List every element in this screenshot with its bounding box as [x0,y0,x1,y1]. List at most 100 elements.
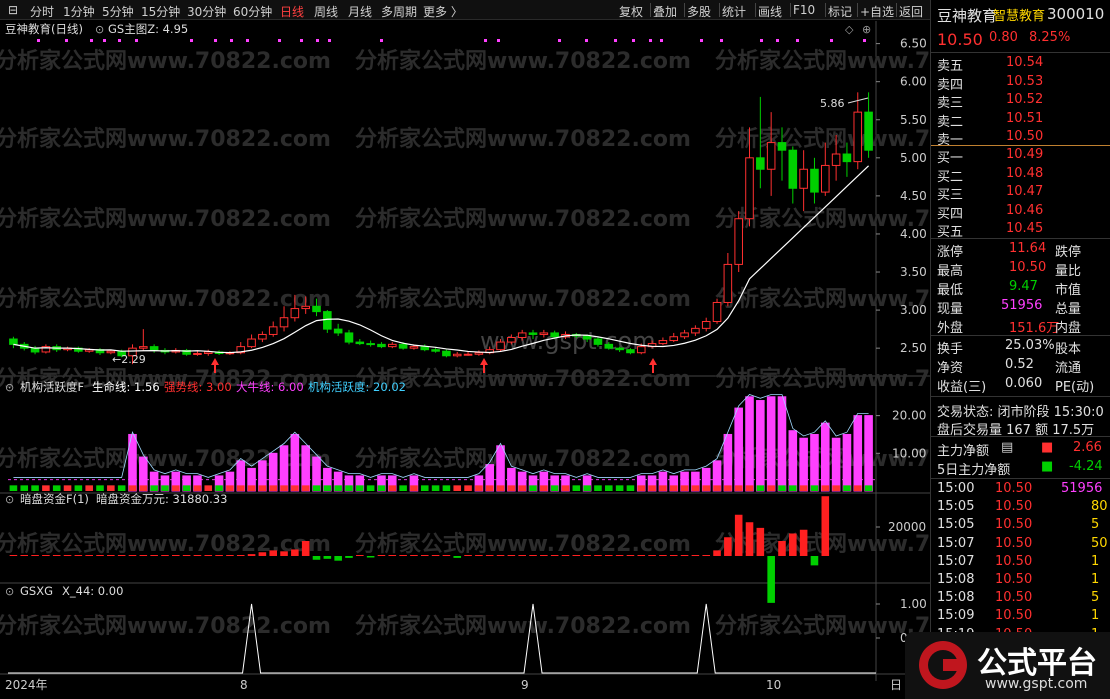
ind1-base-38 [420,485,429,491]
period-tab-1[interactable]: 1分钟 [63,3,95,20]
price-label-2: 5.50 [900,113,927,127]
ind2-bar-50 [550,555,559,556]
toolbar-btn-8[interactable]: 返回 [899,3,923,20]
ind1-base-74 [810,485,819,491]
toolbar-btn-7[interactable]: +自选 [860,3,894,20]
ind2-bar-28 [312,556,321,560]
ind1-base-22 [247,485,256,491]
period-tab-0[interactable]: 分时 [30,3,54,20]
candle-body-65 [712,301,722,323]
stock-title-0: 豆神教育 [937,7,998,25]
stock-price-2: 8.25% [1029,30,1071,45]
watermark-1: 分析家公式网www.70822.com [355,48,691,74]
toolbar-btn-6[interactable]: 标记 [828,3,852,20]
ind1-bar-69 [756,400,765,492]
chart-area[interactable]: 分析家公式网www.70822.com 分析家公式网www.70822.com 分析… [0,21,1051,699]
toolbar-btn-4[interactable]: 画线 [758,3,782,20]
ind1-axis-0: 20.00 [892,409,926,423]
signal-dot-11 [300,39,303,42]
candle-body-72 [788,149,798,189]
period-tab-5[interactable]: 60分钟 [233,3,272,20]
candle-body-22 [247,338,256,348]
bid-3-1: 10.46 [1006,202,1044,218]
ind1-base-14 [161,485,169,491]
ind1-base-8 [96,485,104,491]
period-tab-9[interactable]: 多周期 [381,3,417,20]
stock-price-1: 0.80 [989,30,1018,45]
tick-2-1: 10.50 [995,517,1033,533]
xaxis-end: 日 [890,678,902,692]
candle-body-46 [507,337,516,343]
ind1-bar-26 [290,433,300,492]
toolbar-btn-0[interactable]: 复权 [619,3,643,20]
ind2-bar-52 [572,555,581,556]
kline-chart[interactable]: 分析家公式网www.70822.com 分析家公式网www.70822.com 分析… [0,21,1051,699]
period-tab-4[interactable]: 30分钟 [187,3,226,20]
price-label-8: 2.50 [900,341,927,355]
period-tab-3[interactable]: 15分钟 [141,3,180,20]
period-tab-6[interactable]: 日线 [280,3,304,20]
stat2-1-0: 净资 [937,361,964,376]
ind2-bar-11 [128,555,137,556]
ind1-base-20 [226,485,234,491]
main-header-indicator: GS主图Z: 4.95 [108,22,188,36]
ind1-base-65 [713,485,721,491]
signal-dot-15 [484,39,487,42]
price-label-1: 6.00 [900,75,927,89]
period-tab-8[interactable]: 月线 [348,3,372,20]
signal-dot-3 [103,39,106,42]
tick-6-2: 5 [1091,590,1100,606]
ind2-bar-49 [540,555,548,556]
ind3-title: GSXG [20,584,53,598]
ask-1-1: 10.53 [1006,73,1044,89]
panel-divider [931,436,1110,437]
period-tab-7[interactable]: 周线 [314,3,338,20]
signal-dot-28 [830,39,833,42]
ind1-base-41 [453,485,462,491]
stat-1-1: 10.50 [1009,260,1047,275]
ind2-bar-46 [507,555,516,556]
ind1-bar-78 [853,415,863,492]
signal-dot-16 [497,39,500,42]
candle-body-55 [604,343,614,349]
ind1-base-34 [377,485,386,491]
tick-4-0: 15:07 [937,553,975,569]
candle-body-32 [355,341,365,345]
tick-3-1: 10.50 [995,535,1033,551]
ind1-base-70 [767,485,775,491]
toolbar-btn-1[interactable]: 叠加 [653,3,677,20]
ind2-bar-63 [691,555,700,556]
ind2-bar-41 [453,556,462,558]
ind1-base-54 [594,485,602,491]
ind2-bar-45 [496,555,505,556]
after-hours: 盘后交易量 167 额 17.5万 [931,418,1110,438]
stat2-0-1: 25.03% [1005,338,1055,353]
ind1-base-16 [182,485,191,491]
menu-icon[interactable]: ⊟ [8,3,18,17]
ind1-base-3 [42,485,50,491]
signal-dot-18 [585,39,588,42]
ind2-bar-65 [713,550,721,556]
period-tab-2[interactable]: 5分钟 [102,3,134,20]
tick-7: 15:09 10.50 1 [931,607,1110,625]
toolbar-btn-2[interactable]: 多股 [687,3,711,20]
stat-1: 最高 10.50 量比 [931,259,1110,279]
period-tab-10[interactable]: 更多 〉 [423,3,463,20]
toolbar-btn-3[interactable]: 统计 [722,3,746,20]
watermark-22: 分析家公式网www.70822.com [355,613,691,639]
toolbar-btn-5[interactable]: F10 [793,3,815,17]
bid-2-0: 买三 [937,188,964,203]
ind2-bar-39 [431,555,440,556]
ind1-bar-68 [745,396,754,492]
ind2-bar-13 [150,555,158,556]
stat-2: 最低 9.47 市值 [931,278,1110,298]
signal-dot-19 [614,39,617,42]
ind1-base-5 [63,485,72,491]
ind2-bar-38 [420,555,429,556]
signal-dot-0 [37,39,40,42]
ind1-base-44 [485,485,494,491]
bid-3-0: 买四 [937,206,964,222]
ind2-bar-68 [745,522,754,556]
ind1-base-62 [680,485,689,491]
signal-dot-27 [796,39,799,42]
